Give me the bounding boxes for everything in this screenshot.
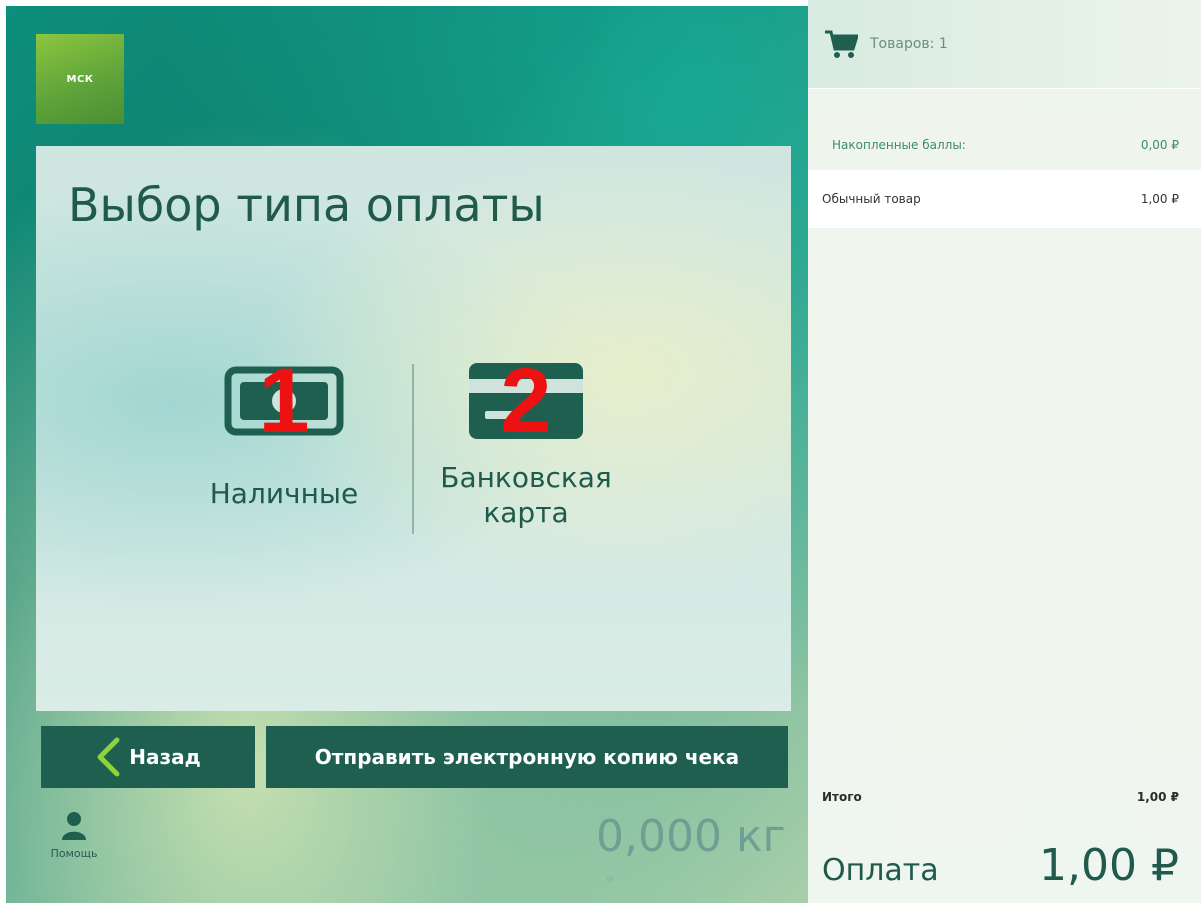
back-button-label: Назад	[129, 745, 201, 769]
payment-amount: 1,00 ₽	[1039, 840, 1179, 891]
bank-card-label-line1: Банковская	[440, 461, 612, 494]
bank-card-label: Банковская карта	[440, 460, 612, 530]
help-label: Помощь	[50, 847, 98, 860]
options-divider	[412, 364, 414, 534]
store-logo: МСК	[36, 34, 124, 124]
option-marker-2: 2	[500, 350, 552, 452]
bank-card-payment-option[interactable]: 2 Банковская карта	[436, 350, 616, 530]
help-button[interactable]: Помощь	[44, 811, 104, 860]
cash-payment-option[interactable]: 1 Наличные	[204, 350, 364, 511]
cash-icon-wrap: 1	[219, 350, 349, 452]
item-name: Обычный товар	[822, 192, 921, 206]
total-row: Итого 1,00 ₽	[808, 790, 1201, 804]
scale-indicator-icon: ⊕	[606, 874, 615, 885]
back-button[interactable]: Назад	[41, 726, 255, 788]
send-button-label: Отправить электронную копию чека	[314, 745, 740, 769]
send-electronic-receipt-button[interactable]: Отправить электронную копию чека	[266, 726, 788, 788]
shopping-cart-icon	[825, 30, 858, 58]
page-title: Выбор типа оплаты	[68, 178, 545, 232]
total-label: Итого	[822, 790, 862, 804]
points-value: 0,00 ₽	[1140, 138, 1179, 152]
option-marker-1: 1	[258, 350, 310, 452]
points-label: Накопленные баллы:	[832, 138, 966, 152]
total-value: 1,00 ₽	[1136, 790, 1179, 804]
bank-card-label-line2: карта	[483, 496, 569, 529]
payment-label: Оплата	[822, 853, 939, 888]
item-price: 1,00 ₽	[1140, 192, 1179, 206]
payment-panel: Выбор типа оплаты 1 Наличные 2 Банковска…	[36, 146, 791, 711]
list-item[interactable]: Обычный товар 1,00 ₽	[808, 170, 1201, 228]
cash-label: Наличные	[209, 477, 359, 510]
person-icon	[62, 812, 86, 840]
cart-sidebar: Товаров: 1 Накопленные баллы: 0,00 ₽ Обы…	[808, 0, 1201, 903]
card-icon-wrap: 2	[461, 350, 591, 452]
cart-header: Товаров: 1	[808, 0, 1201, 89]
scale-weight: 0,000 кг	[596, 811, 786, 862]
payment-row: Оплата 1,00 ₽	[808, 840, 1201, 891]
main-area: МСК Выбор типа оплаты 1 Наличные 2 Банко…	[0, 0, 808, 903]
accumulated-points-row: Накопленные баллы: 0,00 ₽	[808, 116, 1201, 174]
chevron-left-icon	[97, 737, 120, 777]
cart-count: Товаров: 1	[870, 36, 948, 52]
logo-text: МСК	[66, 73, 94, 85]
